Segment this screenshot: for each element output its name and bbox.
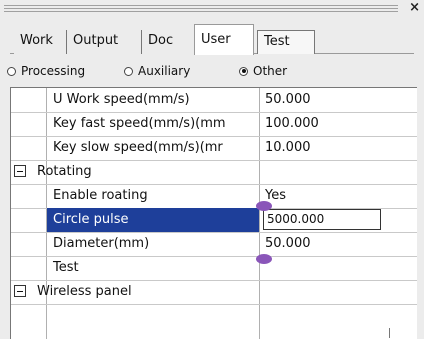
property-value bbox=[261, 160, 411, 184]
radio-label: Processing bbox=[21, 64, 86, 78]
annotation-marker bbox=[256, 201, 272, 211]
property-value[interactable]: 10.000 bbox=[261, 136, 411, 160]
property-row[interactable]: Key fast speed(mm/s)(mm 100.000 bbox=[11, 112, 417, 137]
radio-label: Auxiliary bbox=[138, 64, 191, 78]
property-row[interactable]: Test bbox=[11, 256, 417, 281]
tab-bar: Work Output Doc User Test bbox=[0, 24, 424, 55]
property-row[interactable]: Diameter(mm) 50.000 bbox=[11, 232, 417, 257]
group-name: Rotating bbox=[37, 164, 92, 179]
drag-grip-line bbox=[4, 8, 398, 9]
property-row[interactable]: U Work speed(mm/s) 50.000 bbox=[11, 88, 417, 113]
radio-circle-icon bbox=[124, 66, 133, 76]
collapse-minus-icon[interactable] bbox=[14, 165, 26, 177]
property-value[interactable]: 50.000 bbox=[261, 88, 411, 112]
radio-other[interactable]: Other bbox=[239, 62, 319, 80]
radio-checked-icon bbox=[239, 66, 248, 76]
property-name: U Work speed(mm/s) bbox=[53, 92, 190, 107]
property-value[interactable]: 50.000 bbox=[261, 232, 411, 256]
property-name: Key slow speed(mm/s)(mr bbox=[53, 140, 223, 155]
annotation-marker bbox=[256, 254, 272, 264]
radio-auxiliary[interactable]: Auxiliary bbox=[124, 62, 224, 80]
property-value[interactable] bbox=[261, 256, 411, 280]
scrollbar-edge[interactable] bbox=[389, 328, 390, 338]
property-value[interactable]: 100.000 bbox=[261, 112, 411, 136]
drag-grip-line bbox=[4, 11, 398, 12]
tab-work[interactable]: Work bbox=[14, 30, 67, 54]
property-name: Key fast speed(mm/s)(mm bbox=[53, 116, 226, 131]
tab-doc[interactable]: Doc bbox=[142, 30, 194, 54]
property-row-selected[interactable]: Circle pulse 5000.000 bbox=[11, 208, 417, 233]
property-row[interactable]: Enable roating Yes bbox=[11, 184, 417, 209]
tab-output[interactable]: Output bbox=[67, 30, 142, 54]
radio-processing[interactable]: Processing bbox=[7, 62, 107, 80]
property-name: Test bbox=[53, 260, 79, 275]
group-row-wireless-panel[interactable]: Wireless panel bbox=[11, 280, 417, 305]
drag-grip-line bbox=[4, 5, 398, 6]
collapse-minus-icon[interactable] bbox=[14, 285, 26, 297]
property-name: Circle pulse bbox=[47, 208, 259, 232]
value-edit-field[interactable]: 5000.000 bbox=[263, 209, 381, 230]
tab-test[interactable]: Test bbox=[257, 30, 315, 54]
property-name: Diameter(mm) bbox=[53, 236, 150, 251]
group-name: Wireless panel bbox=[37, 284, 132, 299]
property-value bbox=[261, 280, 411, 304]
panel-titlebar[interactable]: × bbox=[0, 0, 424, 18]
tab-user[interactable]: User bbox=[194, 24, 254, 55]
radio-label: Other bbox=[253, 64, 288, 78]
property-row[interactable]: Key slow speed(mm/s)(mr 10.000 bbox=[11, 136, 417, 161]
property-name: Enable roating bbox=[53, 188, 148, 203]
property-value[interactable]: Yes bbox=[261, 184, 411, 208]
close-icon[interactable]: × bbox=[409, 1, 420, 15]
property-grid: U Work speed(mm/s) 50.000 Key fast speed… bbox=[10, 87, 417, 339]
radio-circle-icon bbox=[7, 66, 16, 76]
category-radio-group: Processing Auxiliary Other bbox=[0, 60, 424, 82]
group-row-rotating[interactable]: Rotating bbox=[11, 160, 417, 185]
